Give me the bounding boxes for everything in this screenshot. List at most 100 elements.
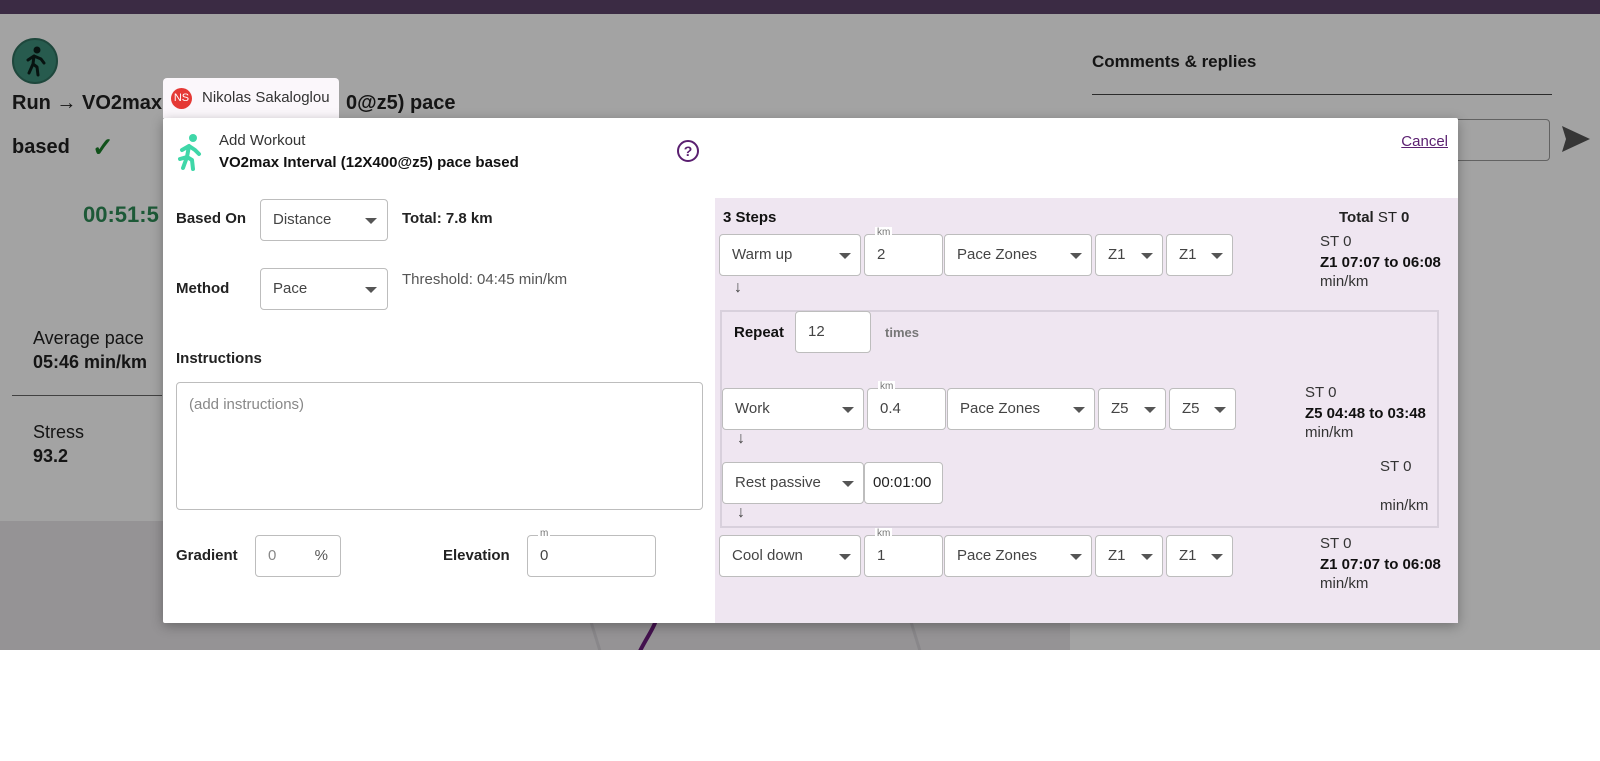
warmup-zone-from-select[interactable]: Z1: [1095, 234, 1163, 276]
runner-icon: [173, 133, 205, 171]
rest-duration-input[interactable]: 00:01:00: [864, 462, 943, 504]
add-workout-modal: Add Workout VO2max Interval (12X400@z5) …: [163, 118, 1458, 623]
cooldown-distance: 1: [877, 547, 886, 564]
warmup-distance: 2: [877, 246, 886, 263]
work-zone-to: Z5: [1182, 400, 1200, 417]
work-distance: 0.4: [880, 400, 901, 417]
total-st-value: 0: [1400, 209, 1410, 226]
warmup-type-select[interactable]: Warm up: [719, 234, 861, 276]
cooldown-zone-from-select[interactable]: Z1: [1095, 535, 1163, 577]
work-distance-input[interactable]: km 0.4: [867, 381, 946, 430]
warmup-zone-from: Z1: [1108, 246, 1126, 263]
work-zone-from-select[interactable]: Z5: [1098, 388, 1166, 430]
repeat-times-label: times: [885, 325, 919, 340]
chevron-down-icon: [1070, 253, 1082, 259]
method-label: Method: [176, 280, 230, 297]
chevron-down-icon: [1211, 554, 1223, 560]
warmup-type: Warm up: [732, 246, 793, 263]
steps-count: 3 Steps: [723, 209, 777, 226]
top-navigation-bar: [0, 0, 1600, 14]
repeat-count-input[interactable]: 12: [795, 311, 871, 353]
based-on-value: Distance: [273, 211, 332, 228]
method-value: Pace: [273, 280, 308, 297]
cooldown-zone-from: Z1: [1108, 547, 1126, 564]
cancel-button[interactable]: Cancel: [1401, 133, 1448, 150]
based-on-label: Based On: [176, 210, 247, 227]
chevron-down-icon: [842, 407, 854, 413]
chevron-down-icon: [1214, 407, 1226, 413]
user-avatar: NS: [171, 88, 192, 109]
work-type-select[interactable]: Work: [722, 388, 864, 430]
gradient-label: Gradient: [176, 547, 238, 564]
user-name: Nikolas Sakaloglou: [202, 89, 330, 106]
cooldown-st: ST 0: [1320, 535, 1352, 552]
work-zone-to-select[interactable]: Z5: [1169, 388, 1236, 430]
warmup-range: Z1 07:07 to 06:08: [1320, 254, 1441, 271]
instructions-textarea[interactable]: (add instructions): [176, 382, 703, 510]
cooldown-unit: min/km: [1320, 575, 1369, 592]
chevron-down-icon: [1141, 253, 1153, 259]
cooldown-type-select[interactable]: Cool down: [719, 535, 861, 577]
work-zone-from: Z5: [1111, 400, 1129, 417]
chevron-down-icon: [842, 481, 854, 487]
chevron-down-icon: [1211, 253, 1223, 259]
help-icon[interactable]: ?: [677, 140, 699, 162]
km-label: km: [875, 227, 893, 239]
rest-unit: min/km: [1380, 497, 1429, 514]
total-distance: Total: 7.8 km: [402, 210, 493, 227]
workout-name: VO2max Interval (12X400@z5) pace based: [219, 154, 519, 171]
warmup-zone-type: Pace Zones: [957, 246, 1038, 263]
based-on-select[interactable]: Distance: [260, 199, 388, 241]
gradient-input[interactable]: 0%: [255, 535, 341, 577]
cooldown-zone-to-select[interactable]: Z1: [1166, 535, 1233, 577]
warmup-zone-to: Z1: [1179, 246, 1197, 263]
workout-settings-panel: Based On Distance Total: 7.8 km Method P…: [163, 198, 715, 623]
repeat-label: Repeat: [734, 324, 785, 341]
work-st: ST 0: [1305, 384, 1337, 401]
elevation-value: 0: [540, 547, 549, 564]
total-st-label: ST: [1377, 209, 1397, 226]
chevron-down-icon: [365, 218, 377, 224]
work-unit: min/km: [1305, 424, 1354, 441]
work-range: Z5 04:48 to 03:48: [1305, 405, 1426, 422]
chevron-down-icon: [1073, 407, 1085, 413]
chevron-down-icon: [839, 554, 851, 560]
steps-total: Total ST 0: [1339, 209, 1409, 226]
steps-panel: 3 Steps Total ST 0 Warm up km 2 Pace Zone…: [715, 198, 1458, 623]
warmup-distance-input[interactable]: km 2: [864, 227, 943, 276]
gradient-value: 0: [268, 547, 277, 564]
rest-type-select[interactable]: Rest passive: [722, 462, 864, 504]
cooldown-range: Z1 07:07 to 06:08: [1320, 556, 1441, 573]
work-zone-type-select[interactable]: Pace Zones: [947, 388, 1095, 430]
chevron-down-icon: [1141, 554, 1153, 560]
elevation-unit: m: [538, 528, 551, 540]
rest-duration: 00:01:00: [873, 474, 932, 491]
rest-st: ST 0: [1380, 458, 1412, 475]
work-type: Work: [735, 400, 770, 417]
warmup-zone-type-select[interactable]: Pace Zones: [944, 234, 1092, 276]
cooldown-distance-input[interactable]: km 1: [864, 528, 943, 577]
arrow-down-icon: ↓: [737, 504, 745, 521]
method-select[interactable]: Pace: [260, 268, 388, 310]
cooldown-zone-to: Z1: [1179, 547, 1197, 564]
modal-header: Add Workout VO2max Interval (12X400@z5) …: [163, 118, 1458, 198]
warmup-zone-to-select[interactable]: Z1: [1166, 234, 1233, 276]
elevation-label: Elevation: [443, 547, 510, 564]
chevron-down-icon: [365, 287, 377, 293]
user-tag: NS Nikolas Sakaloglou: [163, 78, 339, 118]
repeat-count: 12: [808, 323, 825, 340]
rest-type: Rest passive: [735, 474, 821, 491]
modal-title: Add Workout: [219, 132, 306, 149]
gradient-unit: %: [314, 547, 328, 564]
instructions-label: Instructions: [176, 350, 262, 367]
chevron-down-icon: [1070, 554, 1082, 560]
work-zone-type: Pace Zones: [960, 400, 1041, 417]
arrow-down-icon: ↓: [734, 279, 742, 296]
cooldown-zone-type-select[interactable]: Pace Zones: [944, 535, 1092, 577]
cooldown-type: Cool down: [732, 547, 803, 564]
threshold-text: Threshold: 04:45 min/km: [402, 271, 568, 288]
elevation-input[interactable]: m0: [527, 528, 656, 577]
total-label: Total: [1339, 209, 1374, 226]
warmup-st: ST 0: [1320, 233, 1352, 250]
km-label: km: [878, 381, 896, 393]
